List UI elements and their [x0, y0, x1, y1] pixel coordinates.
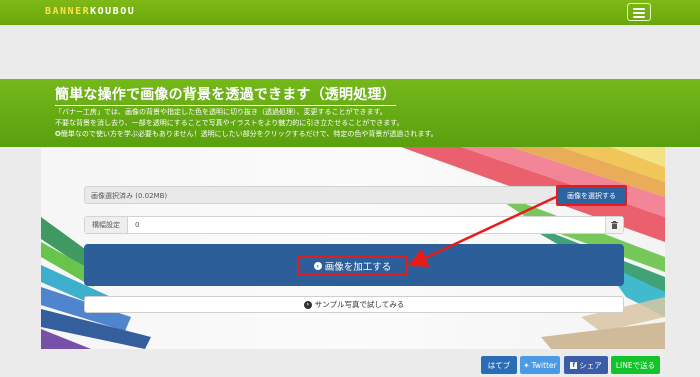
hatena-label: はてブ	[487, 360, 511, 370]
facebook-label: シェア	[579, 360, 602, 370]
arrow-circle-right-icon: ›	[303, 300, 312, 309]
facebook-share-button[interactable]: f シェア	[564, 356, 608, 374]
twitter-share-button[interactable]: ✦ Twitter	[520, 356, 560, 374]
facebook-icon: f	[570, 361, 578, 369]
sample-photo-button[interactable]: › サンプル写真で試してみる	[84, 296, 624, 313]
line-label: LINEで送る	[615, 360, 656, 370]
line-share-button[interactable]: LINEで送る	[611, 356, 660, 374]
sample-photo-label: サンプル写真で試してみる	[314, 300, 405, 309]
twitter-label: Twitter	[531, 360, 557, 370]
annotation-arrows	[407, 195, 557, 267]
twitter-icon: ✦	[523, 360, 530, 370]
hatena-share-button[interactable]: はてブ	[481, 356, 517, 374]
